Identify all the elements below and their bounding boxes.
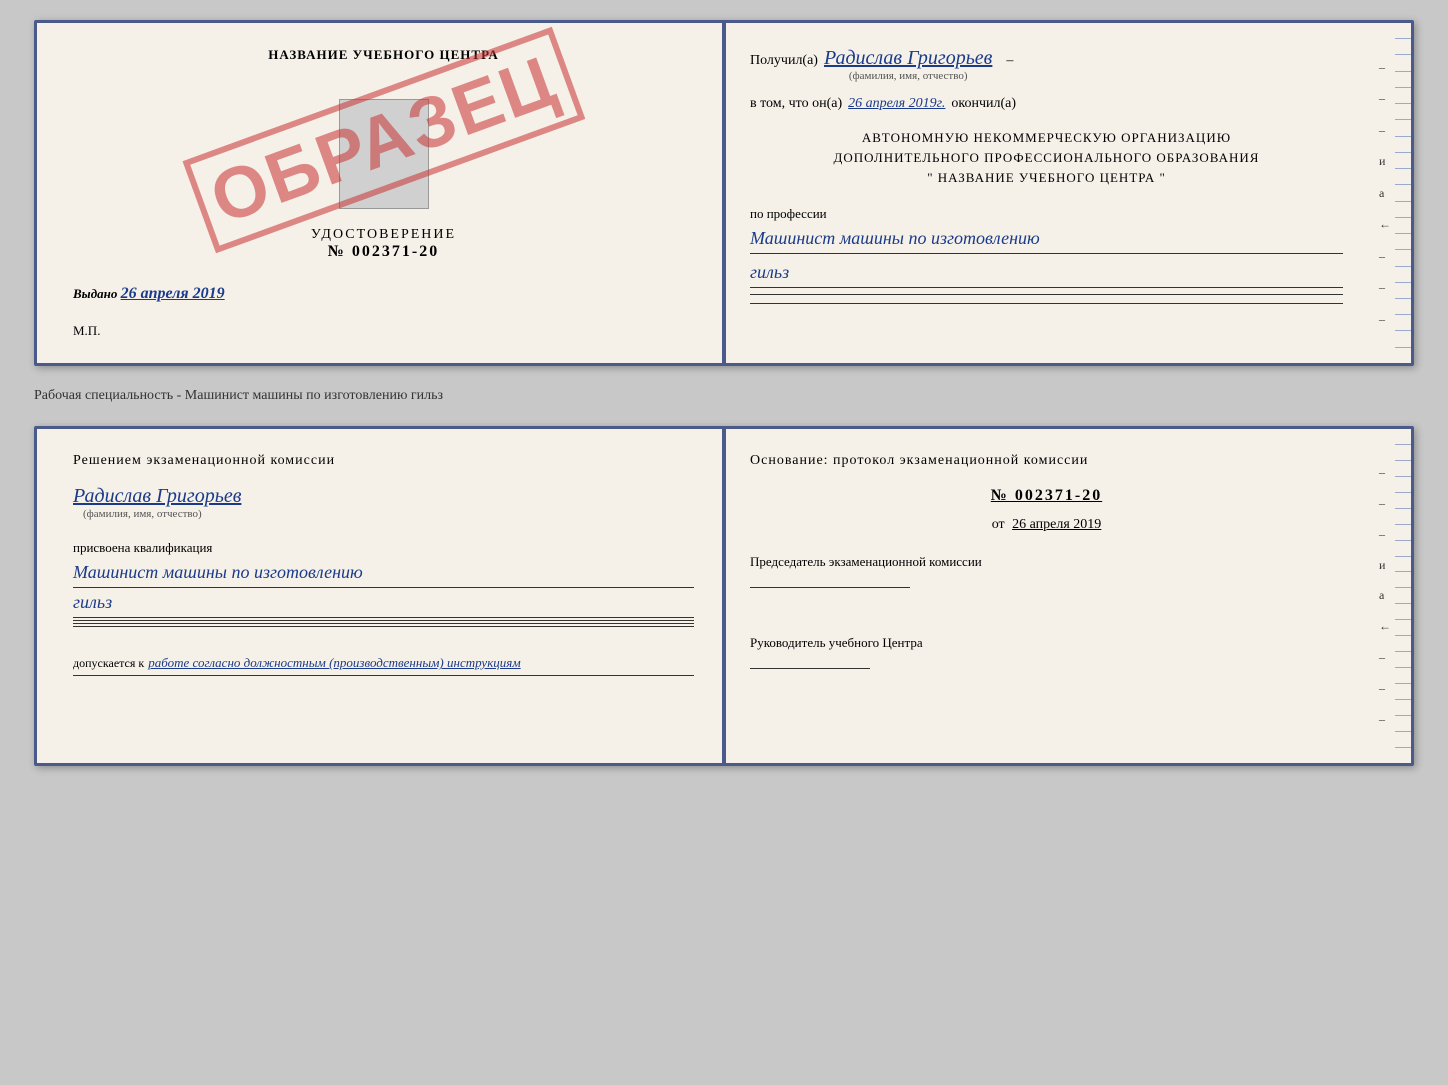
qualification-block: присвоена квалификация Машинист машины п… [73, 540, 694, 629]
chairman-block: Председатель экзаменационной комиссии [750, 553, 1343, 592]
protocol-date-prefix: от [992, 517, 1005, 532]
org-line3: " НАЗВАНИЕ УЧЕБНОГО ЦЕНТРА " [750, 170, 1343, 186]
bottom-doc-left: Решением экзаменационной комиссии Радисл… [37, 429, 722, 763]
photo-area [339, 99, 429, 209]
director-sign-line [750, 668, 870, 669]
person-name-hint: (фамилия, имя, отчество) [83, 508, 694, 520]
decision-title: Решением экзаменационной комиссии [73, 453, 694, 469]
allowed-line: допускается к работе согласно должностны… [73, 655, 694, 671]
dash-sep: – [1006, 53, 1013, 69]
basis-title: Основание: протокол экзаменационной коми… [750, 453, 1343, 469]
recipient-name-block: Радислав Григорьев (фамилия, имя, отчест… [824, 47, 992, 82]
person-name-block: Радислав Григорьев (фамилия, имя, отчест… [73, 485, 694, 520]
top-right-content: Получил(а) Радислав Григорьев (фамилия, … [750, 47, 1371, 306]
cert-block: ОБРАЗЕЦ УДОСТОВЕРЕНИЕ № 002371-20 [73, 81, 694, 261]
chairman-title: Председатель экзаменационной комиссии [750, 553, 1343, 571]
bottom-minus-marks: – – – и а ← – – – [1379, 429, 1391, 763]
allowed-dash [73, 675, 694, 676]
profession-value: Машинист машины по изготовлению [750, 228, 1040, 248]
issued-date: 26 апреля 2019 [121, 285, 225, 302]
issued-label: Выдано [73, 286, 117, 301]
org-line2: ДОПОЛНИТЕЛЬНОГО ПРОФЕССИОНАЛЬНОГО ОБРАЗО… [750, 150, 1343, 166]
dash-line2 [750, 303, 1343, 304]
bottom-doc-right: Основание: протокол экзаменационной коми… [722, 429, 1411, 763]
org-block: АВТОНОМНУЮ НЕКОММЕРЧЕСКУЮ ОРГАНИЗАЦИЮ ДО… [750, 130, 1343, 186]
dash-line1 [750, 294, 1343, 295]
mp-label: М.П. [73, 323, 100, 339]
received-line: Получил(а) Радислав Григорьев (фамилия, … [750, 47, 1343, 82]
bottom-right-decoration [1395, 429, 1411, 763]
date-prefix: в том, что он(а) [750, 96, 842, 112]
q-dash2 [73, 623, 694, 624]
profession-value2: гильз [750, 262, 789, 282]
profession-block: по профессии Машинист машины по изготовл… [750, 206, 1343, 306]
school-name: НАЗВАНИЕ УЧЕБНОГО ЦЕНТРА [73, 47, 694, 63]
separator-text: Рабочая специальность - Машинист машины … [34, 382, 1414, 410]
top-document: НАЗВАНИЕ УЧЕБНОГО ЦЕНТРА ОБРАЗЕЦ УДОСТОВ… [34, 20, 1414, 366]
top-doc-left: НАЗВАНИЕ УЧЕБНОГО ЦЕНТРА ОБРАЗЕЦ УДОСТОВ… [37, 23, 722, 363]
date-suffix: окончил(а) [951, 96, 1016, 112]
received-label: Получил(а) [750, 53, 818, 69]
qualification-value: Машинист машины по изготовлению [73, 562, 363, 582]
bottom-document: Решением экзаменационной комиссии Радисл… [34, 426, 1414, 766]
date-line: в том, что он(а) 26 апреля 2019г. окончи… [750, 96, 1343, 112]
protocol-date: от 26 апреля 2019 [750, 517, 1343, 533]
page-wrapper: НАЗВАНИЕ УЧЕБНОГО ЦЕНТРА ОБРАЗЕЦ УДОСТОВ… [34, 20, 1414, 766]
cert-issued: Выдано 26 апреля 2019 [73, 285, 225, 303]
protocol-number: № 002371-20 [750, 487, 1343, 505]
top-doc-right: Получил(а) Радислав Григорьев (фамилия, … [722, 23, 1411, 363]
profession-label: по профессии [750, 206, 1343, 222]
allowed-block: допускается к работе согласно должностны… [73, 655, 694, 678]
bottom-right-content: Основание: протокол экзаменационной коми… [750, 453, 1371, 673]
chairman-sign-line [750, 587, 910, 588]
protocol-date-value: 26 апреля 2019 [1012, 517, 1101, 532]
recipient-name: Радислав Григорьев [824, 47, 992, 70]
minus-marks: – – – и а ← – – – [1379, 23, 1391, 363]
date-value: 26 апреля 2019г. [848, 96, 945, 112]
cert-title: УДОСТОВЕРЕНИЕ [311, 227, 456, 243]
person-name: Радислав Григорьев [73, 485, 694, 508]
allowed-value: работе согласно должностным (производств… [148, 655, 520, 671]
q-dash3 [73, 626, 694, 627]
qualification-value2: гильз [73, 592, 112, 612]
org-line1: АВТОНОМНУЮ НЕКОММЕРЧЕСКУЮ ОРГАНИЗАЦИЮ [750, 130, 1343, 146]
qualification-label: присвоена квалификация [73, 540, 694, 556]
cert-number: № 002371-20 [311, 243, 456, 261]
q-dash1 [73, 620, 694, 621]
allowed-label: допускается к [73, 656, 144, 671]
director-title: Руководитель учебного Центра [750, 634, 1343, 652]
director-block: Руководитель учебного Центра [750, 614, 1343, 673]
recipient-name-hint: (фамилия, имя, отчество) [849, 70, 968, 82]
right-decoration [1395, 23, 1411, 363]
